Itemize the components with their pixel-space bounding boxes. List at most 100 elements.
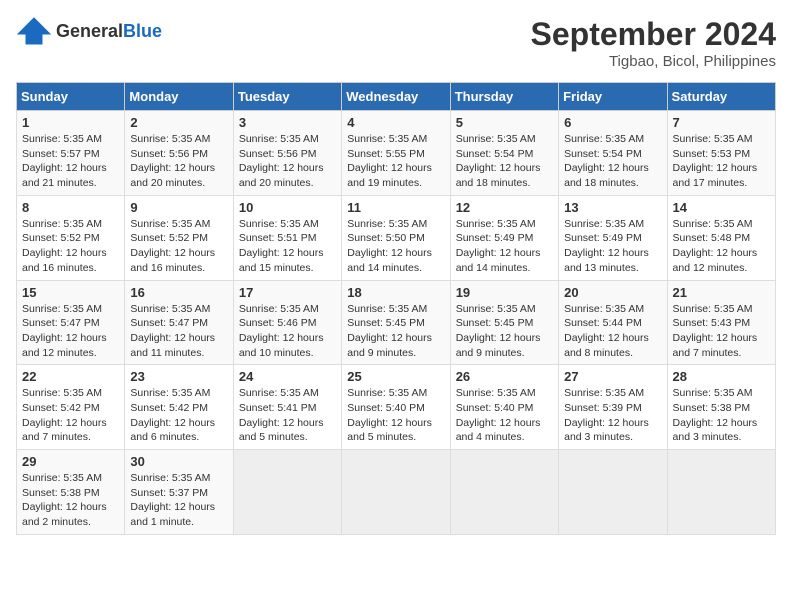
day-info: Sunrise: 5:35 AM Sunset: 5:39 PM Dayligh… bbox=[564, 386, 661, 445]
calendar-cell: 11 Sunrise: 5:35 AM Sunset: 5:50 PM Dayl… bbox=[342, 195, 450, 280]
sunrise-text: Sunrise: 5:35 AM bbox=[130, 218, 210, 230]
calendar-cell: 28 Sunrise: 5:35 AM Sunset: 5:38 PM Dayl… bbox=[667, 365, 775, 450]
daylight-text: Daylight: 12 hours and 10 minutes. bbox=[239, 332, 324, 359]
calendar-cell: 4 Sunrise: 5:35 AM Sunset: 5:55 PM Dayli… bbox=[342, 111, 450, 196]
day-number: 21 bbox=[673, 285, 770, 300]
daylight-text: Daylight: 12 hours and 5 minutes. bbox=[347, 417, 432, 444]
sunrise-text: Sunrise: 5:35 AM bbox=[22, 218, 102, 230]
calendar-cell: 6 Sunrise: 5:35 AM Sunset: 5:54 PM Dayli… bbox=[559, 111, 667, 196]
day-info: Sunrise: 5:35 AM Sunset: 5:45 PM Dayligh… bbox=[456, 302, 553, 361]
sunrise-text: Sunrise: 5:35 AM bbox=[456, 303, 536, 315]
sunset-text: Sunset: 5:49 PM bbox=[456, 232, 534, 244]
day-info: Sunrise: 5:35 AM Sunset: 5:52 PM Dayligh… bbox=[22, 217, 119, 276]
sunset-text: Sunset: 5:41 PM bbox=[239, 402, 317, 414]
calendar-week-1: 1 Sunrise: 5:35 AM Sunset: 5:57 PM Dayli… bbox=[17, 111, 776, 196]
logo-general: General bbox=[56, 21, 123, 42]
calendar-title: September 2024 bbox=[531, 16, 776, 53]
header-saturday: Saturday bbox=[667, 83, 775, 111]
sunrise-text: Sunrise: 5:35 AM bbox=[239, 387, 319, 399]
sunrise-text: Sunrise: 5:35 AM bbox=[564, 387, 644, 399]
calendar-cell: 13 Sunrise: 5:35 AM Sunset: 5:49 PM Dayl… bbox=[559, 195, 667, 280]
sunrise-text: Sunrise: 5:35 AM bbox=[564, 133, 644, 145]
day-number: 28 bbox=[673, 369, 770, 384]
day-info: Sunrise: 5:35 AM Sunset: 5:53 PM Dayligh… bbox=[673, 132, 770, 191]
logo-blue: Blue bbox=[123, 21, 162, 42]
day-number: 6 bbox=[564, 115, 661, 130]
sunrise-text: Sunrise: 5:35 AM bbox=[347, 387, 427, 399]
day-info: Sunrise: 5:35 AM Sunset: 5:47 PM Dayligh… bbox=[22, 302, 119, 361]
page-header: General Blue September 2024 Tigbao, Bico… bbox=[16, 16, 776, 70]
calendar-week-2: 8 Sunrise: 5:35 AM Sunset: 5:52 PM Dayli… bbox=[17, 195, 776, 280]
day-info: Sunrise: 5:35 AM Sunset: 5:38 PM Dayligh… bbox=[22, 471, 119, 530]
day-number: 5 bbox=[456, 115, 553, 130]
sunrise-text: Sunrise: 5:35 AM bbox=[673, 133, 753, 145]
daylight-text: Daylight: 12 hours and 15 minutes. bbox=[239, 247, 324, 274]
sunrise-text: Sunrise: 5:35 AM bbox=[239, 218, 319, 230]
sunset-text: Sunset: 5:51 PM bbox=[239, 232, 317, 244]
daylight-text: Daylight: 12 hours and 3 minutes. bbox=[564, 417, 649, 444]
calendar-cell bbox=[233, 450, 341, 535]
day-info: Sunrise: 5:35 AM Sunset: 5:49 PM Dayligh… bbox=[456, 217, 553, 276]
sunset-text: Sunset: 5:47 PM bbox=[22, 317, 100, 329]
calendar-cell bbox=[450, 450, 558, 535]
sunset-text: Sunset: 5:42 PM bbox=[22, 402, 100, 414]
sunrise-text: Sunrise: 5:35 AM bbox=[347, 133, 427, 145]
calendar-cell: 9 Sunrise: 5:35 AM Sunset: 5:52 PM Dayli… bbox=[125, 195, 233, 280]
calendar-cell bbox=[342, 450, 450, 535]
day-info: Sunrise: 5:35 AM Sunset: 5:56 PM Dayligh… bbox=[239, 132, 336, 191]
sunset-text: Sunset: 5:50 PM bbox=[347, 232, 425, 244]
calendar-cell: 1 Sunrise: 5:35 AM Sunset: 5:57 PM Dayli… bbox=[17, 111, 125, 196]
sunrise-text: Sunrise: 5:35 AM bbox=[22, 387, 102, 399]
calendar-cell bbox=[667, 450, 775, 535]
sunset-text: Sunset: 5:54 PM bbox=[564, 148, 642, 160]
calendar-cell: 7 Sunrise: 5:35 AM Sunset: 5:53 PM Dayli… bbox=[667, 111, 775, 196]
header-wednesday: Wednesday bbox=[342, 83, 450, 111]
day-info: Sunrise: 5:35 AM Sunset: 5:41 PM Dayligh… bbox=[239, 386, 336, 445]
daylight-text: Daylight: 12 hours and 1 minute. bbox=[130, 501, 215, 528]
day-number: 12 bbox=[456, 200, 553, 215]
day-number: 9 bbox=[130, 200, 227, 215]
day-number: 27 bbox=[564, 369, 661, 384]
calendar-table: SundayMondayTuesdayWednesdayThursdayFrid… bbox=[16, 82, 776, 535]
sunset-text: Sunset: 5:45 PM bbox=[456, 317, 534, 329]
day-number: 2 bbox=[130, 115, 227, 130]
calendar-cell: 3 Sunrise: 5:35 AM Sunset: 5:56 PM Dayli… bbox=[233, 111, 341, 196]
calendar-cell: 26 Sunrise: 5:35 AM Sunset: 5:40 PM Dayl… bbox=[450, 365, 558, 450]
daylight-text: Daylight: 12 hours and 4 minutes. bbox=[456, 417, 541, 444]
calendar-cell: 10 Sunrise: 5:35 AM Sunset: 5:51 PM Dayl… bbox=[233, 195, 341, 280]
day-info: Sunrise: 5:35 AM Sunset: 5:42 PM Dayligh… bbox=[130, 386, 227, 445]
day-number: 25 bbox=[347, 369, 444, 384]
sunset-text: Sunset: 5:56 PM bbox=[130, 148, 208, 160]
calendar-cell: 15 Sunrise: 5:35 AM Sunset: 5:47 PM Dayl… bbox=[17, 280, 125, 365]
day-info: Sunrise: 5:35 AM Sunset: 5:52 PM Dayligh… bbox=[130, 217, 227, 276]
sunset-text: Sunset: 5:46 PM bbox=[239, 317, 317, 329]
daylight-text: Daylight: 12 hours and 13 minutes. bbox=[564, 247, 649, 274]
day-number: 8 bbox=[22, 200, 119, 215]
sunrise-text: Sunrise: 5:35 AM bbox=[130, 472, 210, 484]
calendar-body: 1 Sunrise: 5:35 AM Sunset: 5:57 PM Dayli… bbox=[17, 111, 776, 535]
day-info: Sunrise: 5:35 AM Sunset: 5:55 PM Dayligh… bbox=[347, 132, 444, 191]
sunset-text: Sunset: 5:42 PM bbox=[130, 402, 208, 414]
calendar-week-4: 22 Sunrise: 5:35 AM Sunset: 5:42 PM Dayl… bbox=[17, 365, 776, 450]
daylight-text: Daylight: 12 hours and 19 minutes. bbox=[347, 162, 432, 189]
daylight-text: Daylight: 12 hours and 7 minutes. bbox=[22, 417, 107, 444]
header-tuesday: Tuesday bbox=[233, 83, 341, 111]
day-number: 26 bbox=[456, 369, 553, 384]
sunrise-text: Sunrise: 5:35 AM bbox=[456, 387, 536, 399]
calendar-cell: 12 Sunrise: 5:35 AM Sunset: 5:49 PM Dayl… bbox=[450, 195, 558, 280]
sunrise-text: Sunrise: 5:35 AM bbox=[347, 218, 427, 230]
header-sunday: Sunday bbox=[17, 83, 125, 111]
calendar-cell: 14 Sunrise: 5:35 AM Sunset: 5:48 PM Dayl… bbox=[667, 195, 775, 280]
daylight-text: Daylight: 12 hours and 14 minutes. bbox=[456, 247, 541, 274]
title-area: September 2024 Tigbao, Bicol, Philippine… bbox=[531, 16, 776, 70]
daylight-text: Daylight: 12 hours and 2 minutes. bbox=[22, 501, 107, 528]
calendar-cell: 20 Sunrise: 5:35 AM Sunset: 5:44 PM Dayl… bbox=[559, 280, 667, 365]
calendar-cell: 24 Sunrise: 5:35 AM Sunset: 5:41 PM Dayl… bbox=[233, 365, 341, 450]
daylight-text: Daylight: 12 hours and 14 minutes. bbox=[347, 247, 432, 274]
calendar-cell: 18 Sunrise: 5:35 AM Sunset: 5:45 PM Dayl… bbox=[342, 280, 450, 365]
day-number: 3 bbox=[239, 115, 336, 130]
calendar-week-3: 15 Sunrise: 5:35 AM Sunset: 5:47 PM Dayl… bbox=[17, 280, 776, 365]
sunset-text: Sunset: 5:49 PM bbox=[564, 232, 642, 244]
header-monday: Monday bbox=[125, 83, 233, 111]
day-info: Sunrise: 5:35 AM Sunset: 5:47 PM Dayligh… bbox=[130, 302, 227, 361]
